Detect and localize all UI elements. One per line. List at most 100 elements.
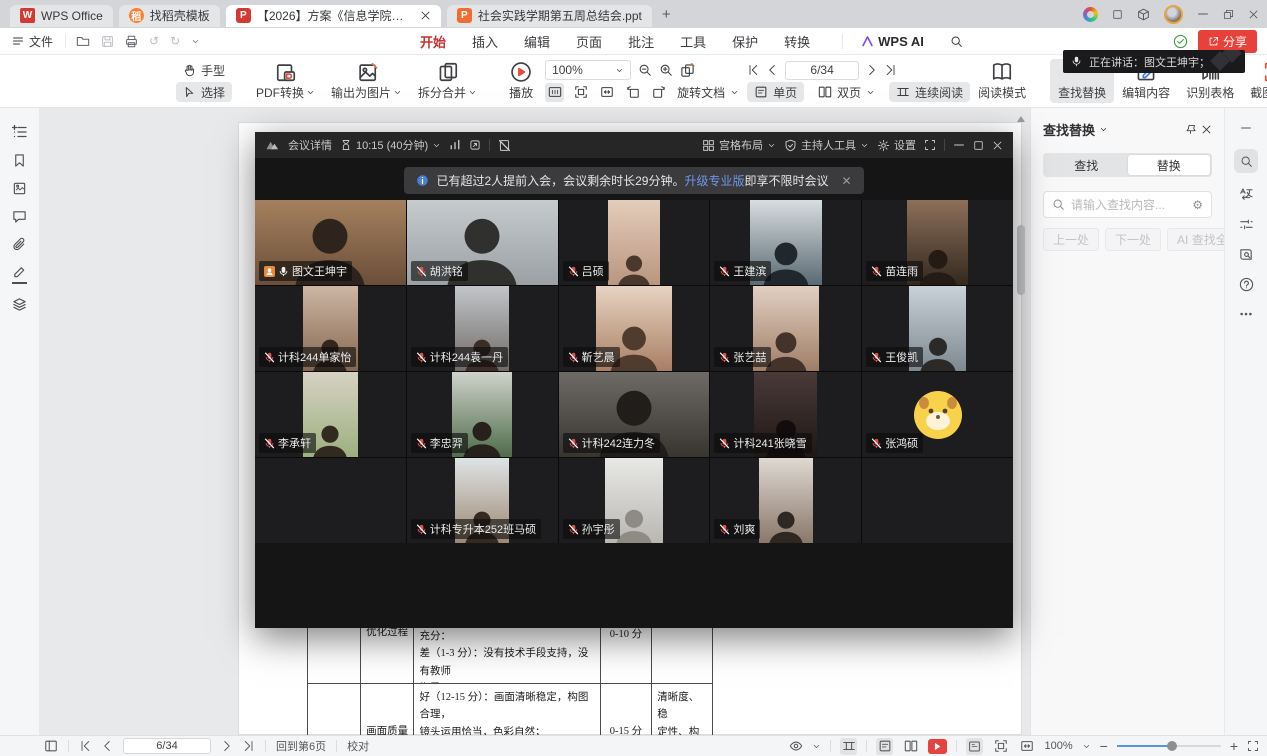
prev-page-icon[interactable] [101,740,113,752]
chevron-down-icon[interactable] [191,37,200,46]
find-prev-button[interactable]: 上一处 [1043,228,1099,251]
tab-ppt-document[interactable]: P 社会实践学期第五周总结会.ppt [447,5,652,27]
participant-tile[interactable]: 吕硕 [559,200,710,285]
tab-replace[interactable]: 替换 [1128,155,1211,175]
zoom-in-icon[interactable] [659,63,673,77]
read-mode-button[interactable]: 阅读模式 [970,59,1034,103]
find-input[interactable]: 请输入查找内容... ⚙ [1043,191,1212,218]
chevron-down-icon[interactable] [1099,125,1108,134]
fit-width-toggle[interactable] [1018,738,1035,755]
input-settings-icon[interactable]: ⚙ [1192,198,1203,212]
zoom-out-icon[interactable] [638,63,652,77]
tab-home[interactable]: W WPS Office [10,5,113,27]
collapse-icon[interactable] [1240,122,1252,134]
participant-tile[interactable]: 计科242连力冬 [559,372,710,457]
scrollbar-thumb[interactable] [1017,225,1025,295]
annotate-icon[interactable] [12,265,27,284]
participant-tile[interactable]: 张艺喆 [710,286,861,371]
split-merge-button[interactable]: 拆分合并 [410,59,485,103]
fullscreen-icon[interactable] [924,139,936,151]
search-tool-active[interactable] [1234,149,1258,173]
pin-icon[interactable] [1185,124,1197,136]
save-icon[interactable] [101,35,114,48]
zoom-value[interactable]: 100% [1044,740,1072,752]
participant-tile[interactable]: 图文王坤宇 [255,200,406,285]
tab-tools[interactable]: 工具 [680,32,706,51]
close-panel-icon[interactable] [1201,124,1212,135]
meeting-settings-button[interactable]: 设置 [877,137,916,153]
screenshot-compare-button[interactable]: 截图对比 [1242,59,1267,103]
hand-tool-button[interactable]: 手型 [176,60,232,80]
meeting-minimize-button[interactable] [953,139,965,151]
participant-tile[interactable]: 王建滨 [710,200,861,285]
tab-find[interactable]: 查找 [1045,155,1128,175]
tab-edit[interactable]: 编辑 [524,32,550,51]
participant-tile[interactable]: 李承轩 [255,372,406,457]
participant-tile[interactable]: 计科244袁一丹 [407,286,558,371]
next-page-icon[interactable] [866,64,878,76]
zoom-in-button[interactable]: + [1230,738,1238,754]
double-page-toggle[interactable] [902,738,919,755]
single-page-button[interactable]: 单页 [747,82,804,102]
open-icon[interactable] [76,34,90,48]
fit-page-button[interactable] [571,83,590,102]
last-page-icon[interactable] [243,740,255,752]
export-image-button[interactable]: 输出为图片 [323,59,410,103]
single-page-toggle[interactable] [876,738,893,755]
participant-tile[interactable]: 苗连雨 [862,200,1013,285]
redo-icon[interactable]: ↻ [170,34,180,48]
tab-protect[interactable]: 保护 [732,32,758,51]
continuous-read-button[interactable]: 连续阅读 [889,82,970,102]
avatar[interactable] [1164,5,1183,24]
adjust-icon[interactable] [1239,217,1254,232]
meeting-maximize-button[interactable] [973,140,984,151]
fit-page-toggle[interactable] [992,738,1009,755]
rotate-doc-button[interactable]: 旋转文档 [675,82,741,102]
outline-icon[interactable] [12,124,28,140]
fit-width-button[interactable] [597,83,616,102]
sidebar-toggle-icon[interactable] [44,739,58,753]
file-menu-button[interactable]: 文件 [0,33,65,50]
share-screen-icon[interactable] [469,139,481,151]
find-next-button[interactable]: 下一处 [1105,228,1161,251]
host-tools-button[interactable]: 主持人工具 [784,137,869,153]
participant-tile[interactable]: 刘爽 [710,458,861,543]
continuous-read-toggle[interactable] [840,738,857,755]
workspace-icon[interactable] [1112,9,1123,20]
participant-tile[interactable]: 王俊凯 [862,286,1013,371]
search-icon[interactable] [950,35,963,48]
select-tool-button[interactable]: 选择 [176,82,232,102]
participant-tile[interactable]: 计科专升本252班马硕 [407,458,558,543]
document-scrollbar[interactable] [1014,108,1028,735]
slider-knob[interactable] [1167,741,1177,751]
meeting-details-button[interactable]: 会议详情 [288,137,332,153]
comments-icon[interactable] [12,209,27,224]
close-tab-icon[interactable] [420,10,431,21]
recording-disabled-icon[interactable] [498,139,511,152]
rotate-left-button[interactable] [623,83,642,102]
layers-icon[interactable] [12,297,27,312]
play-slideshow-button[interactable] [928,739,947,754]
participant-tile[interactable]: 计科241张晓雪 [710,372,861,457]
apps-icon[interactable] [1137,8,1150,21]
wps-ai-button[interactable]: WPS AI [842,34,924,49]
speaking-indicator[interactable]: 正在讲话：图文王坤宇； [1063,50,1245,73]
attachment-icon[interactable] [12,237,27,252]
tab-pdf-document[interactable]: P 【2026】方案《信息学院（含艺 [226,5,441,27]
participant-tile[interactable]: 张鸿硕 [862,372,1013,457]
page-indicator-input[interactable]: 6/34 [123,738,211,754]
zoom-combo[interactable]: 100% [545,60,631,80]
page-organize-icon[interactable] [680,63,695,78]
chevron-down-icon[interactable] [812,742,821,751]
grid-layout-button[interactable]: 宫格布局 [702,137,776,153]
help-icon[interactable] [1239,277,1254,292]
chevron-down-icon[interactable] [1082,742,1091,751]
prev-page-icon[interactable] [766,64,778,76]
tab-convert[interactable]: 转换 [784,32,810,51]
participant-tile[interactable]: 靳艺晨 [559,286,710,371]
play-button[interactable]: 播放 [501,59,541,103]
actual-size-button[interactable] [545,83,564,102]
scroll-up-arrow[interactable] [1017,116,1025,122]
back-to-page-button[interactable]: 回到第6页 [276,738,326,754]
meeting-close-button[interactable] [992,140,1003,151]
